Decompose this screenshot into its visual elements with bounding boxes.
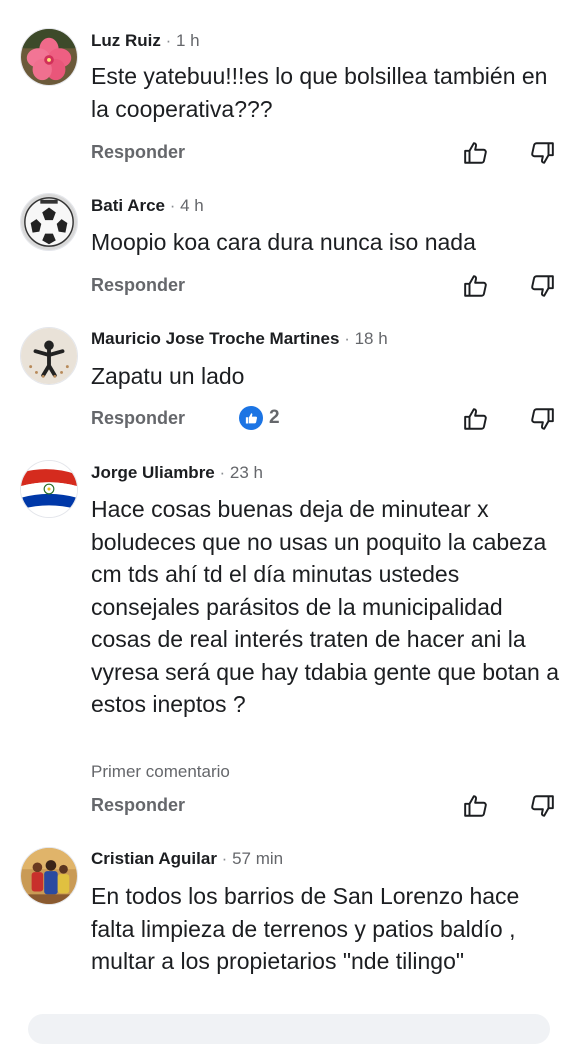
thumbs-down-icon[interactable]	[529, 140, 555, 166]
soccer-ball-icon	[21, 194, 77, 250]
comment-text: En todos los barrios de San Lorenzo hace…	[91, 883, 520, 974]
avatar[interactable]	[20, 193, 78, 251]
comment-author[interactable]: Bati Arce	[91, 196, 165, 215]
reply-button[interactable]: Responder	[91, 403, 185, 433]
reaction-count: 2	[269, 407, 280, 428]
comment-time[interactable]: 23 h	[215, 463, 263, 482]
comment-actions: Responder	[91, 137, 561, 167]
comment-text: Zapatu un lado	[91, 363, 245, 389]
comment-text: Este yatebuu!!!es lo que bolsillea tambi…	[91, 63, 548, 122]
first-comment-label: Primer comentario	[91, 762, 230, 781]
avatar[interactable]	[20, 847, 78, 905]
comment-actions: Responder 2	[91, 403, 561, 433]
comment-text: Hace cosas buenas deja de minutear x bol…	[91, 496, 560, 717]
avatar[interactable]	[20, 28, 78, 86]
comment-author[interactable]: Jorge Uliambre	[91, 463, 215, 482]
thumbs-down-icon[interactable]	[529, 793, 555, 819]
thumbs-up-icon[interactable]	[463, 140, 489, 166]
comment-actions: Responder	[91, 270, 561, 300]
comment-time[interactable]: 1 h	[161, 31, 200, 50]
like-reaction-icon	[239, 406, 263, 430]
thumbs-down-icon[interactable]	[529, 406, 555, 432]
avatar[interactable]	[20, 460, 78, 518]
comment-time[interactable]: 57 min	[217, 849, 283, 868]
comment-time[interactable]: 4 h	[165, 196, 204, 215]
comment-author[interactable]: Mauricio Jose Troche Martines	[91, 329, 339, 348]
comment-text: Moopio koa cara dura nunca iso nada	[91, 229, 476, 255]
reply-button[interactable]: Responder	[91, 790, 185, 820]
paraguay-flag-icon	[21, 461, 77, 517]
comment-author[interactable]: Luz Ruiz	[91, 31, 161, 50]
thumbs-up-icon[interactable]	[463, 273, 489, 299]
comment-time[interactable]: 18 h	[339, 329, 387, 348]
reply-button[interactable]: Responder	[91, 270, 185, 300]
comment-author[interactable]: Cristian Aguilar	[91, 849, 217, 868]
reply-button[interactable]: Responder	[91, 137, 185, 167]
reaction-summary[interactable]: 2	[239, 405, 280, 431]
comment-actions: Responder	[91, 790, 561, 820]
pink-flower-icon	[21, 29, 77, 85]
thumbs-down-icon[interactable]	[529, 273, 555, 299]
thumbs-up-icon[interactable]	[463, 793, 489, 819]
person-silhouette-icon	[21, 328, 77, 384]
avatar[interactable]	[20, 327, 78, 385]
thumbs-up-icon[interactable]	[463, 406, 489, 432]
family-photo-icon	[21, 848, 77, 904]
comment-input-bar[interactable]	[28, 1014, 550, 1044]
